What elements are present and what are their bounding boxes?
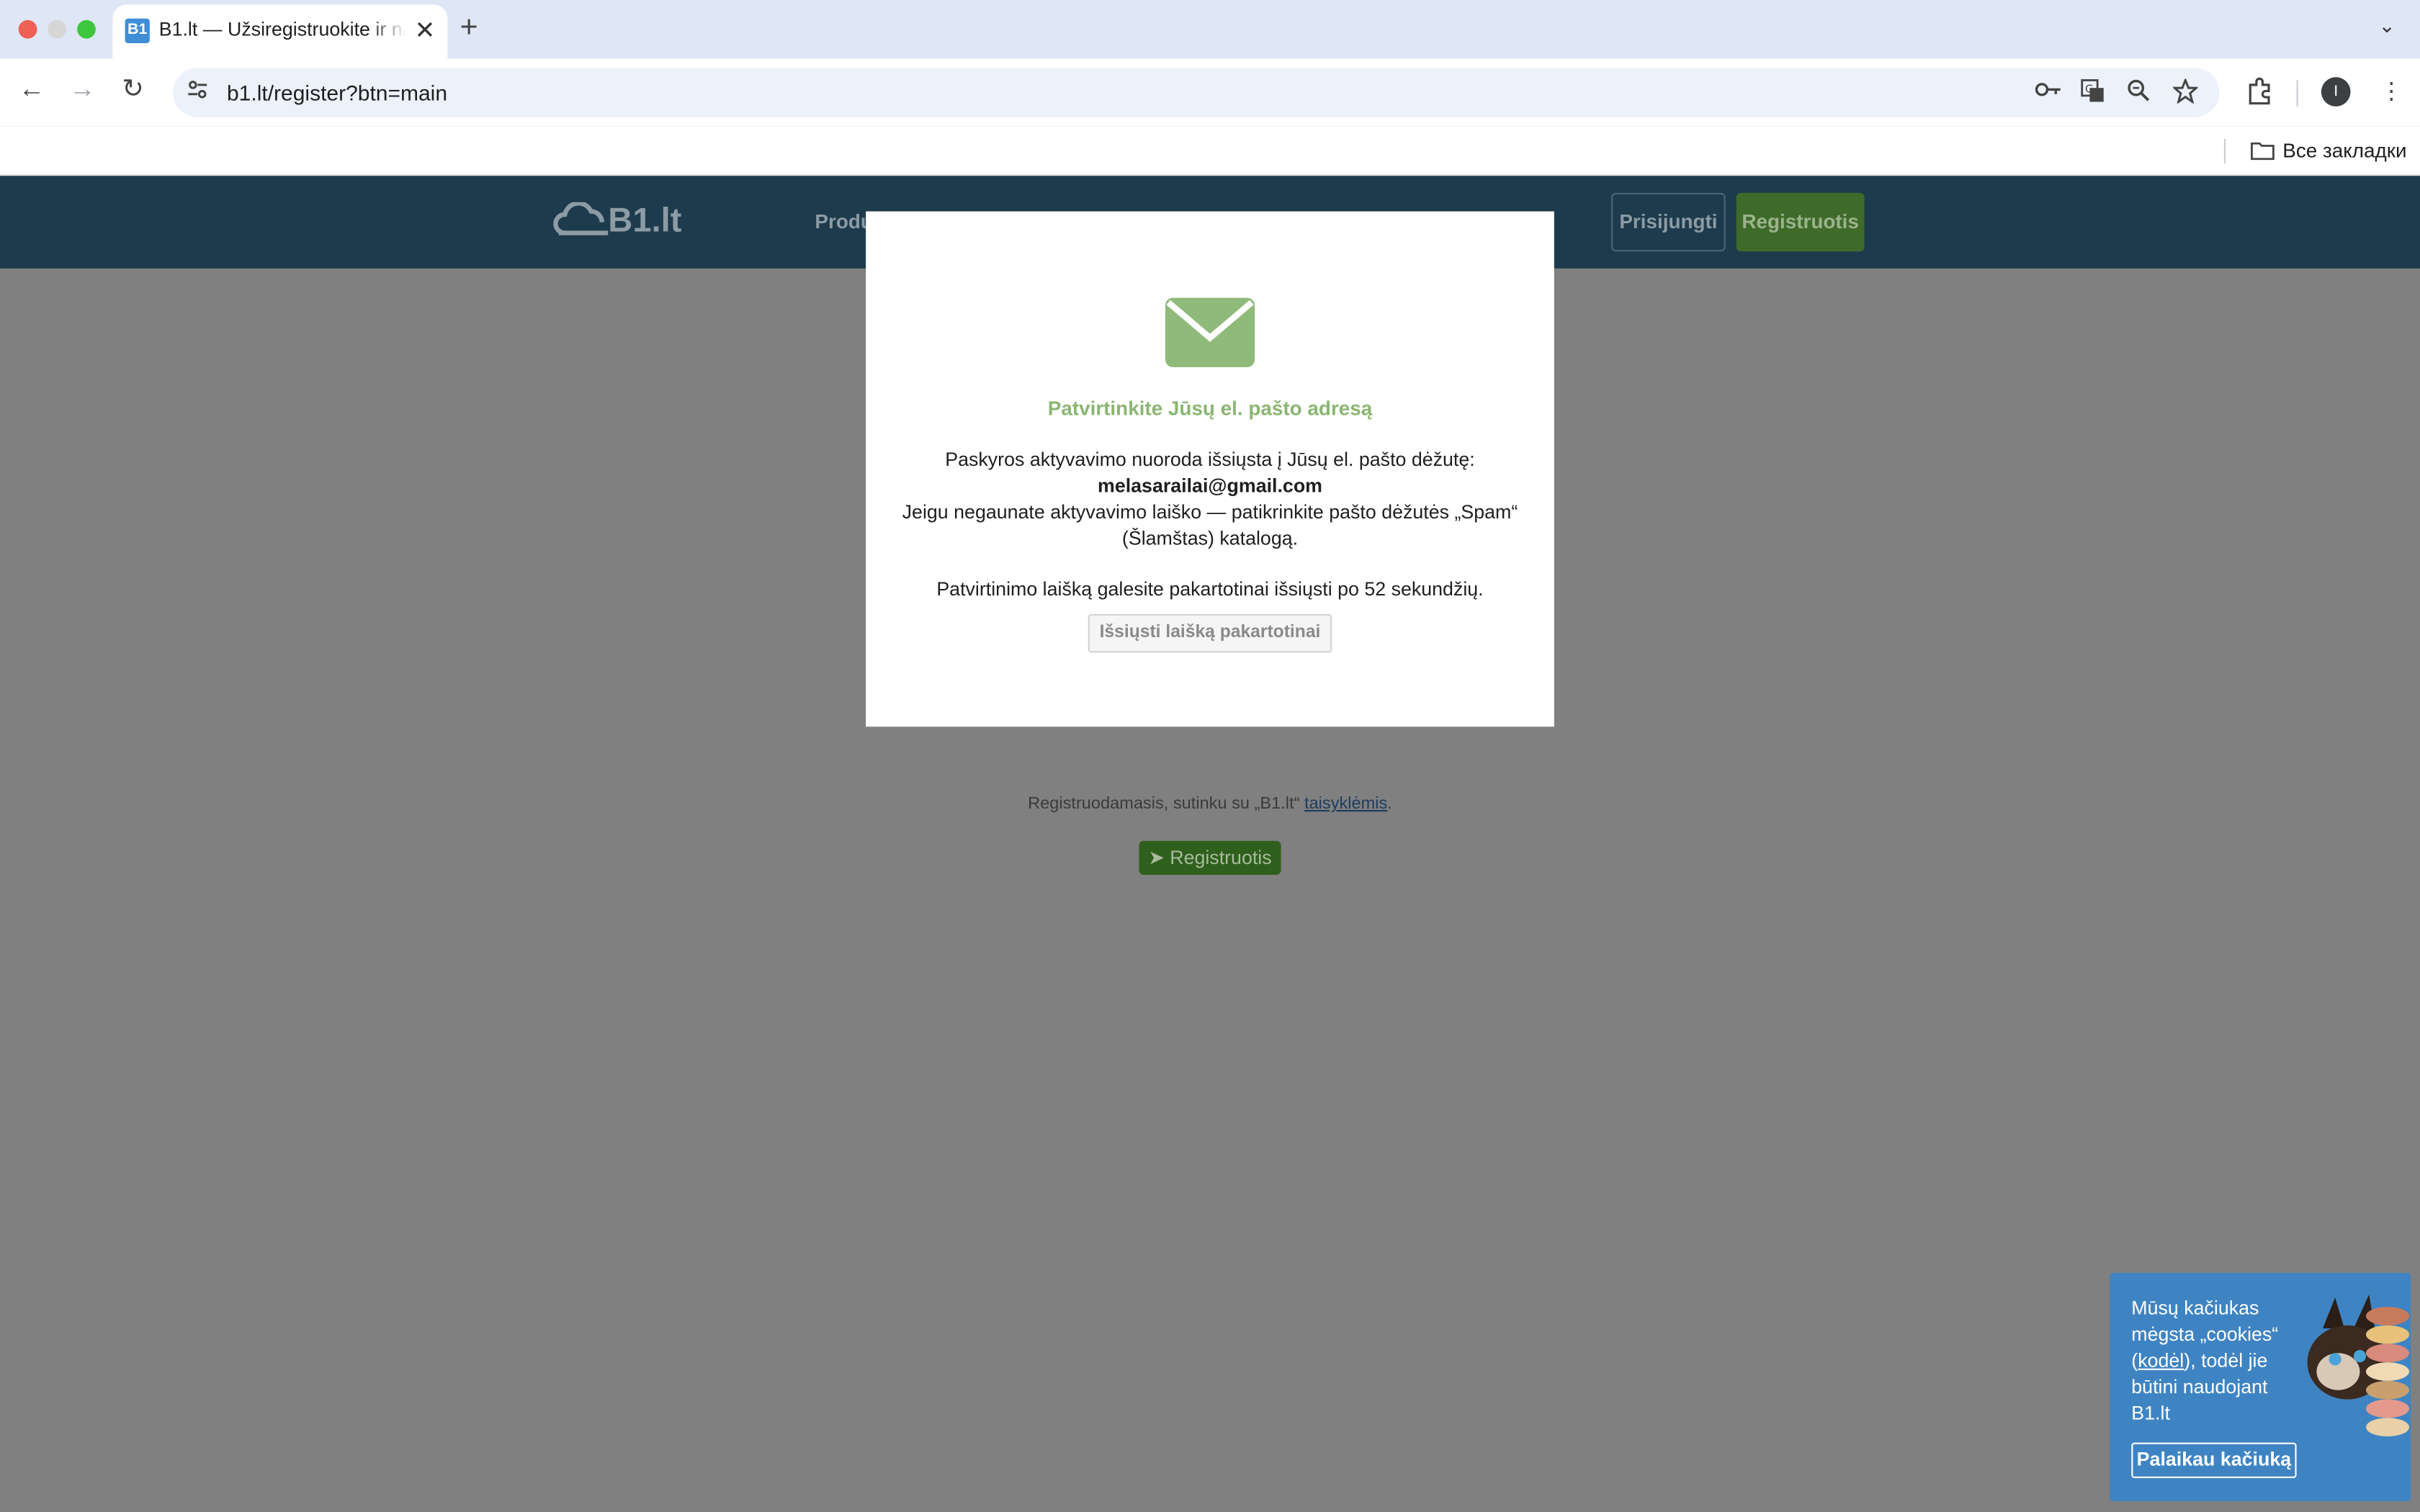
terms-suffix: . bbox=[1387, 794, 1392, 814]
terms-link[interactable]: taisyklėmis bbox=[1304, 795, 1387, 814]
password-key-icon[interactable] bbox=[2034, 78, 2062, 104]
modal-spam-line: Jeigu negaunate aktyvavimo laiško — pati… bbox=[902, 501, 1518, 523]
browser-tab[interactable]: B1 B1.lt — Užsiregistruokite ir naudokit… bbox=[112, 4, 448, 59]
page-register-button[interactable]: ➤ Registruotis bbox=[1139, 840, 1281, 875]
cookie-line-1: Mūsų kačiukas bbox=[2131, 1297, 2259, 1320]
toolbar-divider bbox=[2296, 80, 2298, 107]
all-bookmarks-folder[interactable]: Все закладки bbox=[2250, 138, 2407, 162]
modal-countdown: Patvirtinimo laišką galesite pakartotina… bbox=[936, 578, 1484, 600]
cookie-line-3: (kodėl), todėl jie bbox=[2131, 1350, 2268, 1372]
profile-avatar[interactable]: I bbox=[2321, 77, 2351, 107]
bookmark-star-icon[interactable] bbox=[2172, 77, 2200, 108]
resend-email-button[interactable]: Išsiųsti laišką pakartotinai bbox=[1088, 613, 1332, 653]
cookie-line-5: B1.lt bbox=[2131, 1402, 2170, 1424]
header-register-button[interactable]: Registruotis bbox=[1736, 192, 1865, 252]
tab-bar: B1 B1.lt — Užsiregistruokite ir naudokit… bbox=[0, 0, 2420, 59]
modal-title: Patvirtinkite Jūsų el. pašto adresą bbox=[1047, 396, 1373, 420]
accept-cookies-button[interactable]: Palaikau kačiuką bbox=[2131, 1442, 2297, 1478]
modal-spam-line-2: (Šlamštas) katalogą. bbox=[1121, 527, 1299, 549]
tab-close-icon[interactable]: ✕ bbox=[415, 15, 436, 46]
cookie-line-2: mėgsta „cookies“ bbox=[2131, 1323, 2279, 1346]
folder-icon bbox=[2251, 142, 2275, 161]
address-bar[interactable]: b1.lt/register?btn=main G bbox=[173, 68, 2220, 117]
reload-icon[interactable]: ↻ bbox=[122, 74, 144, 105]
cloud-logo-icon bbox=[553, 201, 609, 235]
all-bookmarks-label: Все закладки bbox=[2282, 138, 2407, 162]
tab-title: B1.lt — Užsiregistruokite ir naudokitės bbox=[158, 18, 406, 40]
nav-products[interactable]: Produ bbox=[815, 210, 872, 233]
translate-icon[interactable]: G bbox=[2081, 78, 2105, 108]
page-register-label: Registruotis bbox=[1170, 847, 1272, 869]
cookie-banner: Mūsų kačiukas mėgsta „cookies“ (kodėl), … bbox=[2110, 1272, 2411, 1501]
bookmarks-bar: Все закладки bbox=[0, 126, 2420, 176]
cookie-line-4: būtini naudojant bbox=[2131, 1376, 2268, 1398]
zoom-icon[interactable] bbox=[2127, 78, 2150, 107]
modal-email: melasarailai@gmail.com bbox=[1098, 475, 1322, 497]
confirm-email-modal: Patvirtinkite Jūsų el. pašto adresą Pask… bbox=[866, 211, 1554, 727]
login-button[interactable]: Prisijungti bbox=[1611, 192, 1726, 252]
url-text[interactable]: b1.lt/register?btn=main bbox=[227, 80, 447, 104]
logo-text: B1.lt bbox=[608, 200, 682, 240]
modal-message-line: Paskyros aktyvavimo nuoroda išsiųsta į J… bbox=[945, 449, 1475, 471]
screen: B1 B1.lt — Užsiregistruokite ir naudokit… bbox=[0, 0, 2420, 1512]
close-window-button[interactable] bbox=[18, 19, 37, 39]
terms-prefix: Registruodamasis, sutinku su „B1.lt“ bbox=[1028, 794, 1305, 814]
back-icon[interactable]: ← bbox=[19, 74, 45, 105]
menu-icon[interactable]: ⋮ bbox=[2380, 77, 2403, 104]
minimize-window-button[interactable] bbox=[48, 19, 67, 39]
forward-icon[interactable]: → bbox=[69, 74, 95, 105]
cookie-text: Mūsų kačiukas mėgsta „cookies“ (kodėl), … bbox=[2131, 1296, 2285, 1427]
paper-plane-icon: ➤ bbox=[1148, 847, 1170, 869]
cookie-line-3-suffix: ), todėl jie bbox=[2184, 1350, 2268, 1372]
terms-text: Registruodamasis, sutinku su „B1.lt“ tai… bbox=[0, 795, 2420, 814]
envelope-icon bbox=[1165, 297, 1255, 367]
maximize-window-button[interactable] bbox=[77, 19, 96, 39]
browser-toolbar: ← → ↻ b1.lt/register?btn=main G I ⋮ bbox=[0, 58, 2420, 127]
tab-search-icon[interactable]: ⌄ bbox=[2378, 14, 2395, 38]
extensions-icon[interactable] bbox=[2246, 77, 2274, 111]
new-tab-icon[interactable]: + bbox=[460, 11, 478, 46]
bookmarks-divider bbox=[2223, 138, 2226, 164]
cat-with-macarons-image bbox=[2307, 1294, 2409, 1436]
site-info-icon[interactable] bbox=[187, 78, 208, 104]
site-logo[interactable]: B1.lt bbox=[552, 201, 681, 241]
tab-favicon-icon: B1 bbox=[125, 18, 150, 43]
svg-text:G: G bbox=[2085, 83, 2094, 96]
cookie-why-link[interactable]: kodėl bbox=[2138, 1350, 2184, 1372]
